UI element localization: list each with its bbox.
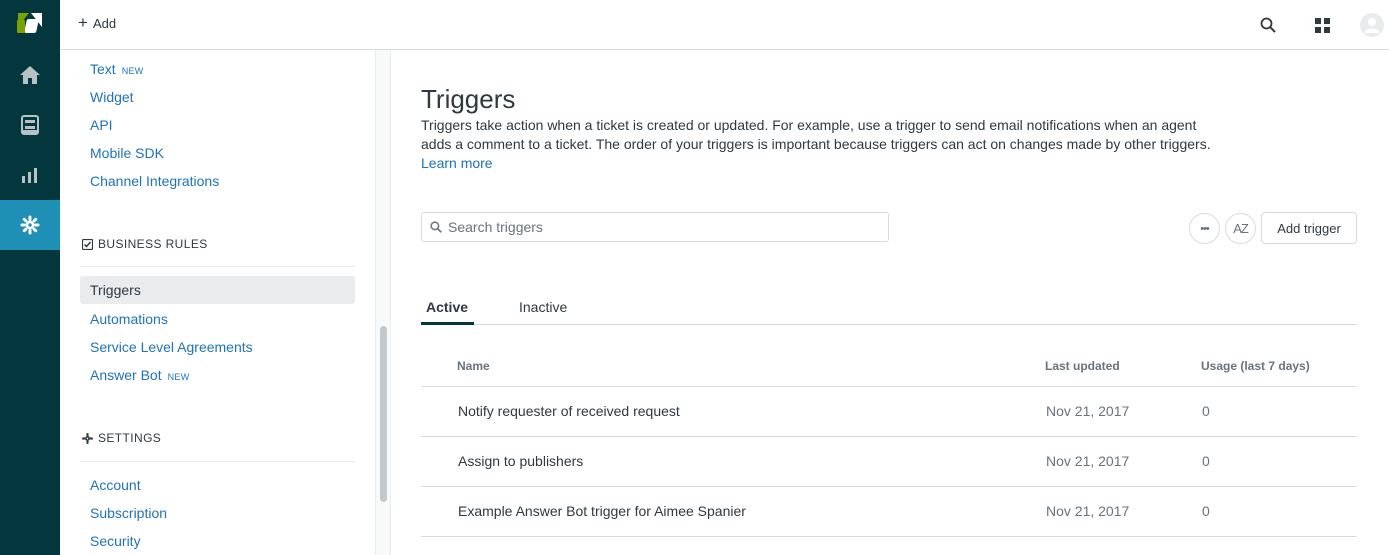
search-icon	[430, 221, 442, 233]
sidebar-item-label: API	[90, 117, 113, 133]
views-icon[interactable]	[0, 100, 60, 150]
sidebar-item-label: Widget	[90, 89, 134, 105]
sidebar-item-channel-integrations[interactable]: Channel Integrations	[80, 167, 355, 195]
scrollbar-thumb[interactable]	[380, 326, 387, 502]
last-updated: Nov 21, 2017	[1046, 503, 1130, 519]
learn-more-link[interactable]: Learn more	[421, 155, 493, 171]
user-avatar-icon[interactable]	[1360, 13, 1384, 37]
divider	[80, 266, 355, 267]
add-trigger-button[interactable]: Add trigger	[1261, 212, 1357, 244]
trigger-name[interactable]: Assign to publishers	[458, 453, 583, 469]
sidebar-item-subscription[interactable]: Subscription	[80, 499, 355, 527]
tabs-divider	[421, 324, 1357, 325]
search-input[interactable]	[448, 219, 868, 235]
last-updated: Nov 21, 2017	[1046, 453, 1130, 469]
search-icon[interactable]	[1257, 14, 1279, 36]
sort-az-icon: AZ	[1233, 221, 1249, 236]
section-heading-label: SETTINGS	[98, 431, 162, 445]
sidebar-item-label: Subscription	[90, 505, 168, 521]
page-title: Triggers	[421, 84, 516, 114]
tab-active[interactable]: Active	[426, 299, 468, 315]
table-row[interactable]: Example Answer Bot trigger for Aimee Spa…	[421, 486, 1357, 536]
home-icon[interactable]	[0, 50, 60, 100]
section-heading-label: BUSINESS RULES	[98, 237, 208, 251]
app-rail	[0, 0, 60, 555]
sidebar-item-api[interactable]: API	[80, 111, 355, 139]
trigger-name[interactable]: Notify requester of received request	[458, 403, 680, 419]
gear-icon	[82, 432, 93, 444]
description-text: Triggers take action when a ticket is cr…	[421, 117, 1211, 152]
admin-gear-icon[interactable]	[0, 200, 60, 250]
sidebar-scrollbar[interactable]	[376, 50, 391, 555]
usage-count: 0	[1202, 453, 1210, 469]
sidebar-item-automations[interactable]: Automations	[80, 305, 355, 333]
sidebar-item-label: Triggers	[90, 282, 141, 298]
tab-inactive[interactable]: Inactive	[519, 299, 567, 315]
new-badge: NEW	[121, 66, 144, 76]
sort-az-button[interactable]: AZ	[1225, 213, 1256, 244]
table-row[interactable]: Notify requester of received request Nov…	[421, 386, 1357, 436]
usage-count: 0	[1202, 403, 1210, 419]
sidebar-item-text[interactable]: Text NEW	[80, 55, 355, 83]
table-row[interactable]: Assign to publishers Nov 21, 2017 0	[421, 436, 1357, 486]
sidebar-item-label: Automations	[90, 311, 168, 327]
top-bar: + Add	[60, 0, 1389, 50]
apps-grid-icon[interactable]	[1311, 14, 1333, 36]
active-tab-indicator	[421, 322, 474, 325]
sidebar-item-label: Mobile SDK	[90, 145, 164, 161]
zendesk-logo-icon[interactable]	[0, 0, 60, 50]
sidebar-item-widget[interactable]: Widget	[80, 83, 355, 111]
column-header-last-updated[interactable]: Last updated	[1045, 359, 1120, 373]
table-bottom-border	[421, 536, 1357, 537]
checkbox-icon	[82, 238, 93, 250]
search-triggers-field[interactable]	[421, 212, 889, 242]
admin-sidebar: Text NEW Widget API Mobile SDK Channel In…	[60, 50, 376, 555]
column-header-name[interactable]: Name	[457, 359, 490, 373]
usage-count: 0	[1202, 503, 1210, 519]
sidebar-item-triggers[interactable]: Triggers	[80, 276, 355, 304]
sidebar-item-label: Text	[90, 61, 116, 77]
add-label: Add	[92, 16, 117, 31]
trigger-name[interactable]: Example Answer Bot trigger for Aimee Spa…	[458, 503, 746, 519]
sidebar-item-label: Channel Integrations	[90, 173, 220, 189]
reporting-icon[interactable]	[0, 150, 60, 200]
page-description: Triggers take action when a ticket is cr…	[421, 116, 1211, 173]
add-button[interactable]: + Add	[78, 13, 117, 32]
sidebar-item-label: Security	[90, 533, 141, 549]
sidebar-item-label: Answer Bot	[90, 367, 162, 383]
sidebar-item-answer-bot[interactable]: Answer Bot NEW	[80, 361, 355, 389]
plus-icon: +	[78, 13, 88, 32]
main-content: Triggers Triggers take action when a tic…	[391, 50, 1389, 555]
sidebar-item-mobile-sdk[interactable]: Mobile SDK	[80, 139, 355, 167]
sidebar-item-account[interactable]: Account	[80, 471, 355, 499]
sidebar-item-sla[interactable]: Service Level Agreements	[80, 333, 355, 361]
last-updated: Nov 21, 2017	[1046, 403, 1130, 419]
new-badge: NEW	[167, 372, 190, 382]
sidebar-item-label: Account	[90, 477, 141, 493]
ellipsis-icon: •••	[1200, 222, 1210, 235]
divider	[80, 461, 355, 462]
sidebar-item-security[interactable]: Security	[80, 527, 355, 555]
sidebar-item-label: Service Level Agreements	[90, 339, 253, 355]
column-header-usage[interactable]: Usage (last 7 days)	[1201, 359, 1310, 373]
business-rules-heading: BUSINESS RULES	[82, 237, 208, 251]
more-options-button[interactable]: •••	[1189, 213, 1220, 244]
settings-heading: SETTINGS	[82, 431, 161, 445]
